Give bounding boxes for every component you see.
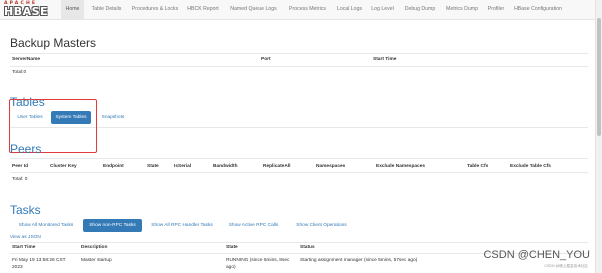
vertical-scrollbar[interactable] [595,0,602,273]
peers-total: Total: 0 [12,177,28,182]
col-bandwidth: Bandwidth [213,164,238,169]
section-divider [10,53,588,54]
logo-hbase-text: HBASE [4,5,49,18]
view-as-json-link[interactable]: View as JSON [10,235,41,240]
col-task-start-time: Start Time [12,245,36,250]
nav-home[interactable]: Home [61,0,84,19]
hbase-logo[interactable]: APACHE HBASE [4,1,56,18]
nav-procedures-locks[interactable]: Procedures & Locks [128,0,182,19]
scrollbar-thumb[interactable] [597,18,601,136]
col-servername: ServerName [12,57,41,62]
top-navbar: APACHE HBASE Home Table Details Procedur… [0,0,595,20]
nav-profiler[interactable]: Profiler [485,0,507,19]
nav-hbck-report[interactable]: HBCK Report [184,0,222,19]
tasks-title: Tasks [10,203,41,217]
tab-active-rpc-calls[interactable]: Show Active RPC Calls [223,219,284,232]
task-start-time: Fri May 19 13:58:26 CST [12,258,66,263]
task-status: Starting assignment manager (since 5mins… [300,258,418,263]
col-start-time: Start Time [373,57,397,62]
tab-all-monitored-tasks[interactable]: Show All Monitored Tasks [13,219,79,232]
task-start-time-year: 2023 [12,265,23,270]
nav-debug-dump[interactable]: Debug Dump [401,0,439,19]
table-divider [10,172,588,173]
col-task-status: Status [300,245,315,250]
backup-masters-total: Total:0 [12,70,27,75]
tab-non-rpc-tasks[interactable]: Show non-RPC Tasks [83,219,142,232]
nav-table-details[interactable]: Table Details [87,0,126,19]
tab-snapshots[interactable]: Snapshots [97,111,129,124]
nav-metrics-dump[interactable]: Metrics Dump [441,0,483,19]
tab-all-rpc-handler-tasks[interactable]: Show All RPC Handler Tasks [146,219,218,232]
nav-process-metrics[interactable]: Process Metrics [284,0,331,19]
col-state: State [147,164,159,169]
task-state: RUNNING (since 6mins, 8sec [226,258,290,263]
csdn-watermark: CSDN @CHEN_YOU [483,249,590,261]
col-port: Port [261,57,271,62]
col-exclude-namespaces: Exclude Namespaces [376,164,426,169]
col-endpoint: Endpoint [103,164,124,169]
nav-named-queue-logs[interactable]: Named Queue Logs [226,0,281,19]
task-description: Master startup [81,258,112,263]
task-state-cont: ago) [226,265,236,270]
backup-masters-title: Backup Masters [10,36,97,50]
tab-client-operations[interactable]: Show Client Operations [289,219,354,232]
col-exclude-table-cfs: Exclude Table Cfs [510,164,551,169]
col-replicateall: ReplicateAll [263,164,291,169]
col-namespaces: Namespaces [316,164,346,169]
col-peer-id: Peer Id [12,164,28,169]
csdn-watermark-sub: CSDN @稀土掘金技术社区 [544,264,588,268]
col-cluster-key: Cluster Key [50,164,77,169]
col-task-state: State [226,245,238,250]
peers-title: Peers [10,142,42,156]
nav-log-level[interactable]: Log Level [368,0,397,19]
col-task-description: Description [81,245,108,250]
col-isserial: IsSerial [174,164,192,169]
nav-local-logs[interactable]: Local Logs [333,0,366,19]
section-divider [10,158,588,159]
table-divider [10,66,588,67]
nav-hbase-configuration[interactable]: HBase Configuration [510,0,566,19]
col-table-cfs: Table Cfs [467,164,489,169]
section-divider [10,242,588,243]
